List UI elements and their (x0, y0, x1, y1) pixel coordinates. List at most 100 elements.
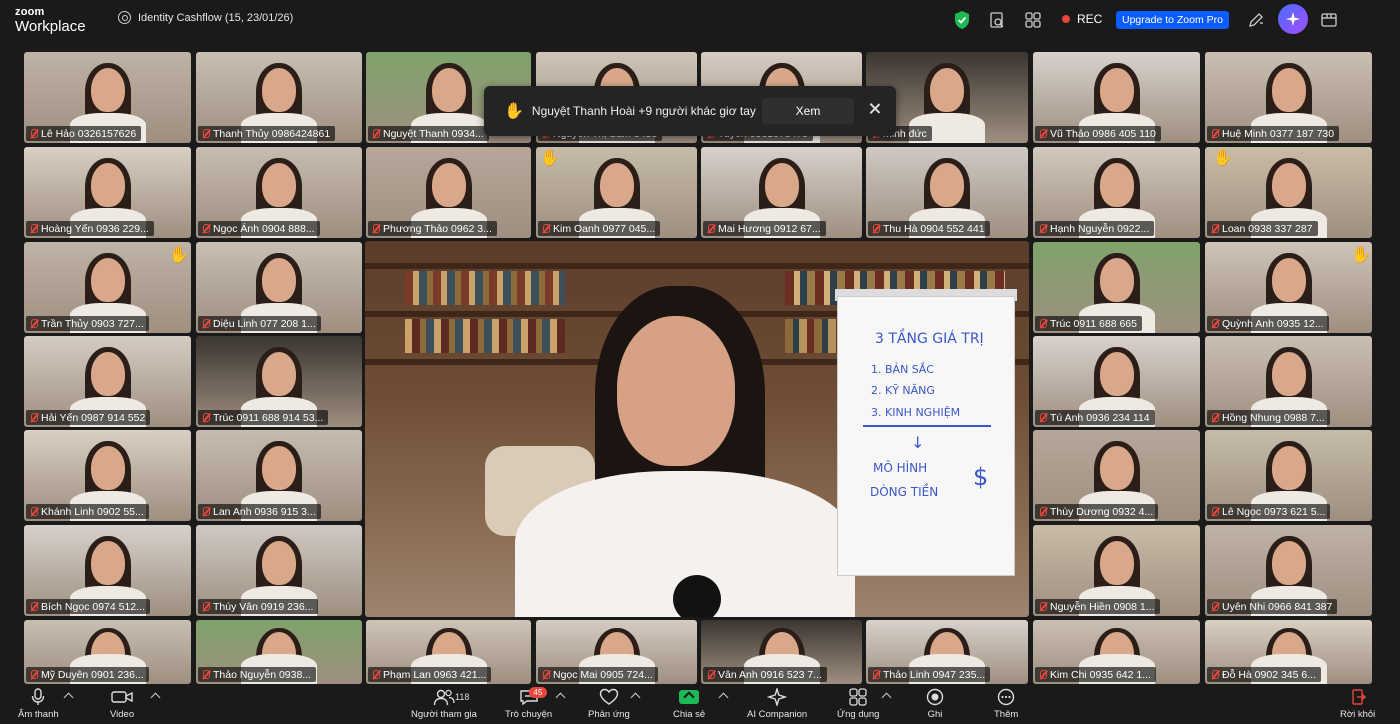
participant-tile[interactable]: Trúc 0911 688 665 (1033, 242, 1200, 333)
meeting-info[interactable]: Identity Cashflow (15, 23/01/26) (118, 11, 293, 24)
annotate-pen-icon[interactable] (1245, 9, 1267, 31)
video-button[interactable]: Video (110, 688, 134, 720)
participant-tile[interactable]: Diệu Linh 077 208 1... (196, 242, 362, 333)
participant-tile[interactable]: Vũ Thảo 0986 405 110 (1033, 52, 1200, 143)
active-speaker-video[interactable]: 3 TẦNG GIÁ TRỊ 1. BẢN SẮC 2. KỸ NĂNG 3. … (365, 241, 1029, 617)
participant-tile[interactable]: Hải Yến 0987 914 552 (24, 336, 191, 427)
participant-tile[interactable]: Kim Chi 0935 642 1... (1033, 620, 1200, 684)
participant-face (90, 163, 125, 208)
record-button[interactable]: Ghi (924, 688, 946, 720)
participant-name-tag: Thùy Dương 0932 4... (1035, 504, 1159, 519)
share-screen-button[interactable]: Chia sẻ (673, 688, 705, 720)
participant-tile[interactable]: Trúc 0911 688 914 53... (196, 336, 362, 427)
gallery-layout-icon[interactable] (1022, 9, 1044, 31)
participant-face (1099, 258, 1134, 303)
participant-tile[interactable]: Lê Ngọc 0973 621 5... (1205, 430, 1372, 521)
share-label: Chia sẻ (673, 709, 706, 720)
participant-tile[interactable]: Lê Hảo 0326157626 (24, 52, 191, 143)
participant-face (262, 258, 296, 303)
mic-muted-icon (1038, 412, 1047, 423)
apps-button[interactable]: Ứng dụng (837, 688, 879, 720)
audio-options-chevron-icon[interactable] (63, 692, 74, 703)
participant-name: Kim Oanh 0977 045... (553, 222, 656, 235)
participant-tile[interactable]: Thúy Vân 0919 236... (196, 525, 362, 616)
participant-tile[interactable]: Mai Hương 0912 67... (701, 147, 862, 238)
participant-name: Uyên Nhi 0966 841 387 (1222, 600, 1333, 613)
participant-face (262, 68, 296, 113)
audio-button[interactable]: Âm thanh (18, 688, 59, 720)
participant-tile[interactable]: Đỗ Hà 0902 345 6... (1205, 620, 1372, 684)
more-button[interactable]: Thêm (994, 688, 1018, 720)
participant-name: Nguyệt Thanh 0934... (383, 127, 484, 140)
participant-name-tag: Nguyễn Hiền 0908 1... (1035, 599, 1160, 614)
participant-name-tag: Loan 0938 337 287 (1207, 221, 1318, 236)
participant-tile[interactable]: Uyên Nhi 0966 841 387 (1205, 525, 1372, 616)
participant-tile[interactable]: ✋ Loan 0938 337 287 (1205, 147, 1372, 238)
rec-label: REC (1077, 12, 1103, 26)
participant-tile[interactable]: Mỹ Duyên 0901 236... (24, 620, 191, 684)
recording-indicator[interactable]: REC (1062, 12, 1102, 26)
meeting-title: Identity Cashflow (15, 23/01/26) (138, 11, 294, 24)
participant-tile[interactable]: Vân Anh 0916 523 7... (701, 620, 862, 684)
security-shield-icon[interactable] (951, 9, 973, 31)
raised-hand-icon: ✋ (1213, 150, 1233, 167)
participant-tile[interactable]: Thanh Thủy 0986424861 (196, 52, 362, 143)
mic-muted-icon (29, 318, 38, 329)
reactions-button[interactable]: Phản ứng (588, 688, 630, 720)
participant-name-tag: Bích Ngọc 0974 512... (26, 599, 150, 614)
logo-line1: zoom (15, 6, 45, 18)
logo-line2: Workplace (15, 18, 86, 35)
mic-muted-icon (1038, 128, 1047, 139)
mic-muted-icon (1210, 318, 1219, 329)
participant-tile[interactable]: Ngọc Mai 0905 724... (536, 620, 697, 684)
participant-name: Mai Hương 0912 67... (718, 222, 821, 235)
video-options-chevron-icon[interactable] (150, 692, 161, 703)
mic-muted-icon (541, 669, 550, 680)
view-window-icon[interactable] (1318, 9, 1340, 31)
close-icon[interactable] (868, 102, 882, 116)
participant-tile[interactable]: ✋ Kim Oanh 0977 045... (536, 147, 697, 238)
leave-meeting-button[interactable]: Rời khỏi (1340, 688, 1375, 720)
participant-tile[interactable]: ✋ Trần Thủy 0903 727... (24, 242, 191, 333)
mic-muted-icon (1038, 223, 1047, 234)
reactions-options-chevron-icon[interactable] (630, 692, 641, 703)
ai-companion-button[interactable]: AI Companion (747, 688, 807, 720)
participant-tile[interactable]: Thùy Dương 0932 4... (1033, 430, 1200, 521)
participant-face (90, 446, 125, 491)
participant-tile[interactable]: Thu Hà 0904 552 441 (866, 147, 1028, 238)
apps-options-chevron-icon[interactable] (881, 692, 892, 703)
participant-name: Hạnh Nguyễn 0922... (1050, 222, 1150, 235)
participant-face (262, 541, 296, 586)
participant-tile[interactable]: ✋ Hoàng Yến 0936 229... (24, 147, 191, 238)
participant-tile[interactable]: Phạm Lan 0963 421... (366, 620, 531, 684)
participant-tile[interactable]: Phương Thảo 0962 3... (366, 147, 531, 238)
participant-tile[interactable]: Ngọc Ánh 0904 888... (196, 147, 362, 238)
participant-face (431, 163, 466, 208)
meeting-toolbar: Âm thanh Video Người tham gia 118 Trò ch… (0, 684, 1400, 724)
chat-options-chevron-icon[interactable] (555, 692, 566, 703)
participant-tile[interactable]: Nguyễn Hiền 0908 1... (1033, 525, 1200, 616)
participant-tile[interactable]: Khánh Linh 0902 55... (24, 430, 191, 521)
document-search-icon[interactable] (986, 9, 1008, 31)
share-options-chevron-icon[interactable] (718, 692, 729, 703)
participant-tile[interactable]: Tú Anh 0936 234 114 (1033, 336, 1200, 427)
participant-tile[interactable]: Hạnh Nguyễn 0922... (1033, 147, 1200, 238)
upgrade-button[interactable]: Upgrade to Zoom Pro (1116, 11, 1229, 29)
participant-tile[interactable]: Bích Ngọc 0974 512... (24, 525, 191, 616)
participant-tile[interactable]: Thảo Nguyễn 0938... (196, 620, 362, 684)
participant-tile[interactable]: Thảo Linh 0947 235... (866, 620, 1028, 684)
participant-tile[interactable]: Lan Anh 0936 915 3... (196, 430, 362, 521)
view-button[interactable]: Xem (762, 98, 854, 124)
participant-tile[interactable]: ✋ Quỳnh Anh 0935 12... (1205, 242, 1372, 333)
mic-muted-icon (29, 412, 38, 423)
participant-tile[interactable]: Hồng Nhung 0988 7... (1205, 336, 1372, 427)
participant-name: Lê Ngọc 0973 621 5... (1222, 505, 1326, 518)
participant-tile[interactable]: Huệ Minh 0377 187 730 (1205, 52, 1372, 143)
participant-face (1271, 541, 1306, 586)
participant-name-tag: Hồng Nhung 0988 7... (1207, 410, 1330, 425)
participant-name: Trúc 0911 688 914 53... (213, 411, 324, 424)
mic-muted-icon (201, 669, 210, 680)
participant-name: Diệu Linh 077 208 1... (213, 317, 316, 330)
raised-hand-icon: ✋ (169, 247, 189, 264)
ai-companion-sparkle-icon[interactable] (1278, 4, 1308, 34)
